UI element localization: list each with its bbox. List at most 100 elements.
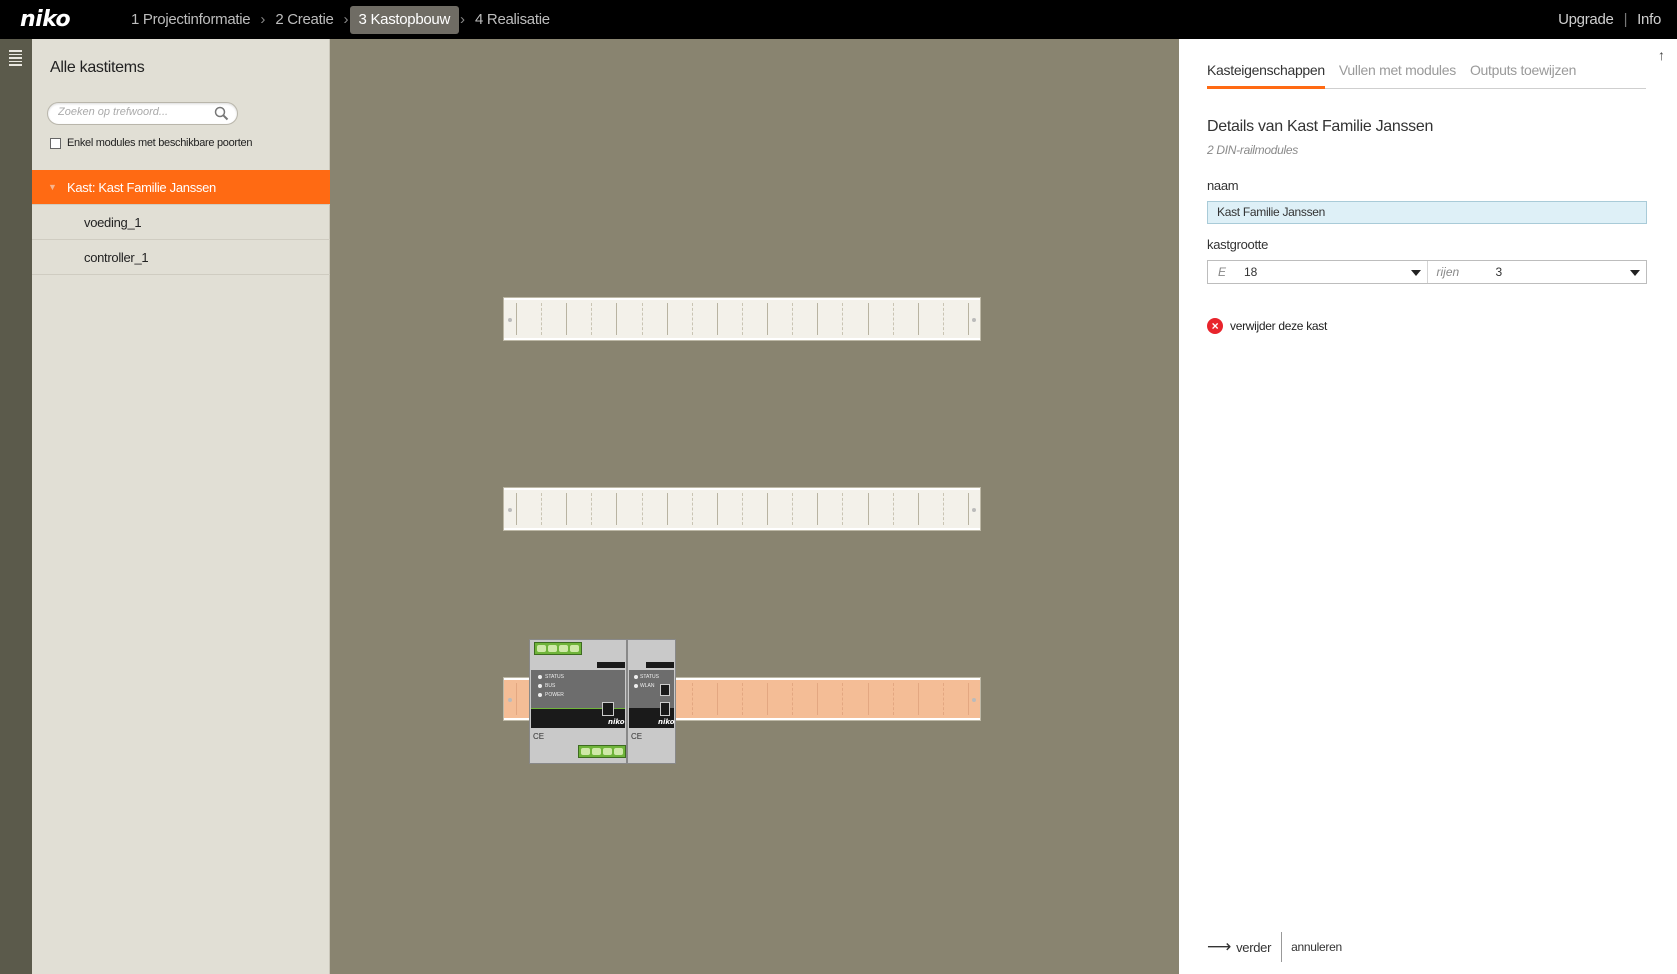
rail-slot-divider xyxy=(842,493,844,525)
rail-slot-divider xyxy=(616,493,618,525)
tab-outputs-toewijzen[interactable]: Outputs toewijzen xyxy=(1470,61,1576,89)
power-led xyxy=(538,693,542,697)
status-led xyxy=(634,675,638,679)
terminal-block xyxy=(534,642,582,655)
module-controller[interactable]: STATUS WLAN niko CE xyxy=(627,639,676,764)
step-creatie[interactable]: 2 Creatie xyxy=(266,6,342,34)
collapse-caret-icon[interactable]: ▼ xyxy=(48,170,57,205)
rows-select[interactable]: rijen 3 xyxy=(1426,261,1647,283)
tree-item-voeding[interactable]: voeding_1 xyxy=(32,205,330,240)
power-led-label: POWER xyxy=(545,692,564,698)
step-projectinformatie[interactable]: 1 Projectinformatie xyxy=(124,6,259,34)
rows-prefix: rijen xyxy=(1436,265,1460,279)
rail-slot-divider xyxy=(942,303,944,335)
din-rail-row-2[interactable] xyxy=(504,488,980,530)
rail-slot-divider xyxy=(691,683,693,715)
module-brand: niko xyxy=(658,718,675,726)
rail-slot-divider xyxy=(691,303,693,335)
rail-slot-divider xyxy=(892,683,894,715)
size-label: kastgrootte xyxy=(1207,237,1269,252)
details-subtitle: 2 DIN-railmodules xyxy=(1207,143,1298,157)
list-menu-icon[interactable] xyxy=(9,50,22,66)
rail-slot-divider xyxy=(792,493,794,525)
rail-slot-divider xyxy=(516,683,517,715)
properties-panel: ↑ Kasteigenschappen Vullen met modules O… xyxy=(1179,39,1677,974)
ce-mark: CE xyxy=(631,732,643,741)
next-label: verder xyxy=(1236,939,1272,955)
upgrade-link[interactable]: Upgrade xyxy=(1558,11,1614,28)
dropdown-arrow-icon[interactable] xyxy=(1410,270,1421,276)
arrow-up-icon[interactable]: ↑ xyxy=(1658,47,1665,63)
rail-slot-divider xyxy=(817,303,819,335)
rail-slot-divider xyxy=(716,683,718,715)
rail-slot-divider xyxy=(666,303,668,335)
rail-slot-divider xyxy=(541,303,543,335)
arrow-right-icon: ⟶ xyxy=(1207,937,1232,956)
rail-screw xyxy=(972,508,976,512)
step-realisatie[interactable]: 4 Realisatie xyxy=(466,6,559,34)
rail-slot-divider xyxy=(516,303,517,335)
filter-checkbox[interactable] xyxy=(50,137,61,149)
cabinet-canvas[interactable]: STATUS BUS POWER niko CE STATUS WLAN nik… xyxy=(331,39,1179,974)
tab-kasteigenschappen[interactable]: Kasteigenschappen xyxy=(1207,61,1325,89)
connector xyxy=(660,702,670,716)
delete-cabinet-button[interactable]: × verwijder deze kast xyxy=(1207,318,1327,334)
rail-slot-divider xyxy=(716,493,718,525)
rail-slot-divider xyxy=(691,493,693,525)
rail-slot-divider xyxy=(817,493,819,525)
rail-slot-divider xyxy=(716,303,718,335)
step-kastopbouw[interactable]: 3 Kastopbouw xyxy=(349,5,459,34)
chevron-right-icon: › xyxy=(260,11,266,28)
module-voeding[interactable]: STATUS BUS POWER niko CE xyxy=(529,639,627,764)
next-button[interactable]: ⟶ verder xyxy=(1207,932,1283,962)
panel-tabs: Kasteigenschappen Vullen met modules Out… xyxy=(1207,61,1646,89)
rail-slot-divider xyxy=(591,303,593,335)
rail-screw xyxy=(972,318,976,322)
rail-slot-divider xyxy=(641,303,643,335)
rail-slot-divider xyxy=(917,683,919,715)
rail-slot-divider xyxy=(516,493,517,525)
rail-slot-divider xyxy=(767,493,769,525)
cabinet-size-selector: E 18 rijen 3 xyxy=(1207,260,1647,284)
cancel-button[interactable]: annuleren xyxy=(1282,940,1342,954)
wlan-led-label: WLAN xyxy=(640,683,655,689)
rail-slot-divider xyxy=(942,683,944,715)
tab-vullen-met-modules[interactable]: Vullen met modules xyxy=(1339,61,1456,89)
info-link[interactable]: Info xyxy=(1637,11,1661,28)
available-ports-filter[interactable]: Enkel modules met beschikbare poorten xyxy=(50,137,252,149)
rail-slot-divider xyxy=(541,493,543,525)
width-select[interactable]: E 18 xyxy=(1208,261,1427,283)
niko-logo[interactable]: niko xyxy=(20,7,71,32)
tree-item-kast[interactable]: ▼ Kast: Kast Familie Janssen xyxy=(32,170,330,205)
rail-slot-divider xyxy=(842,303,844,335)
ce-mark: CE xyxy=(533,732,545,741)
rail-screw xyxy=(508,508,512,512)
status-led-label: STATUS xyxy=(640,674,659,680)
rail-slot-divider xyxy=(566,303,568,335)
rail-slot-divider xyxy=(968,683,969,715)
width-value: 18 xyxy=(1244,265,1258,279)
rail-slot-divider xyxy=(917,303,919,335)
rail-slot-divider xyxy=(842,683,844,715)
search-icon[interactable] xyxy=(214,106,229,124)
rail-slot-divider xyxy=(566,493,568,525)
rows-value: 3 xyxy=(1495,265,1503,279)
tree-item-controller[interactable]: controller_1 xyxy=(32,240,330,275)
search-box xyxy=(47,102,238,125)
close-circle-icon: × xyxy=(1207,318,1223,334)
search-input[interactable] xyxy=(58,106,208,118)
module-brand: niko xyxy=(608,718,625,726)
rail-slot-divider xyxy=(742,683,743,715)
status-led xyxy=(538,675,542,679)
chevron-right-icon: › xyxy=(460,11,465,28)
rail-slot-divider xyxy=(792,683,794,715)
name-label: naam xyxy=(1207,178,1239,193)
din-rail-row-1[interactable] xyxy=(504,298,980,340)
rail-slot-divider xyxy=(867,493,869,525)
name-field[interactable]: Kast Familie Janssen xyxy=(1207,201,1647,224)
rail-slot-divider xyxy=(968,493,969,525)
terminal-block-bottom xyxy=(578,745,626,758)
dropdown-arrow-icon[interactable] xyxy=(1630,270,1640,276)
rail-slot-divider xyxy=(742,493,743,525)
item-tree: ▼ Kast: Kast Familie Janssen voeding_1 c… xyxy=(32,170,330,275)
